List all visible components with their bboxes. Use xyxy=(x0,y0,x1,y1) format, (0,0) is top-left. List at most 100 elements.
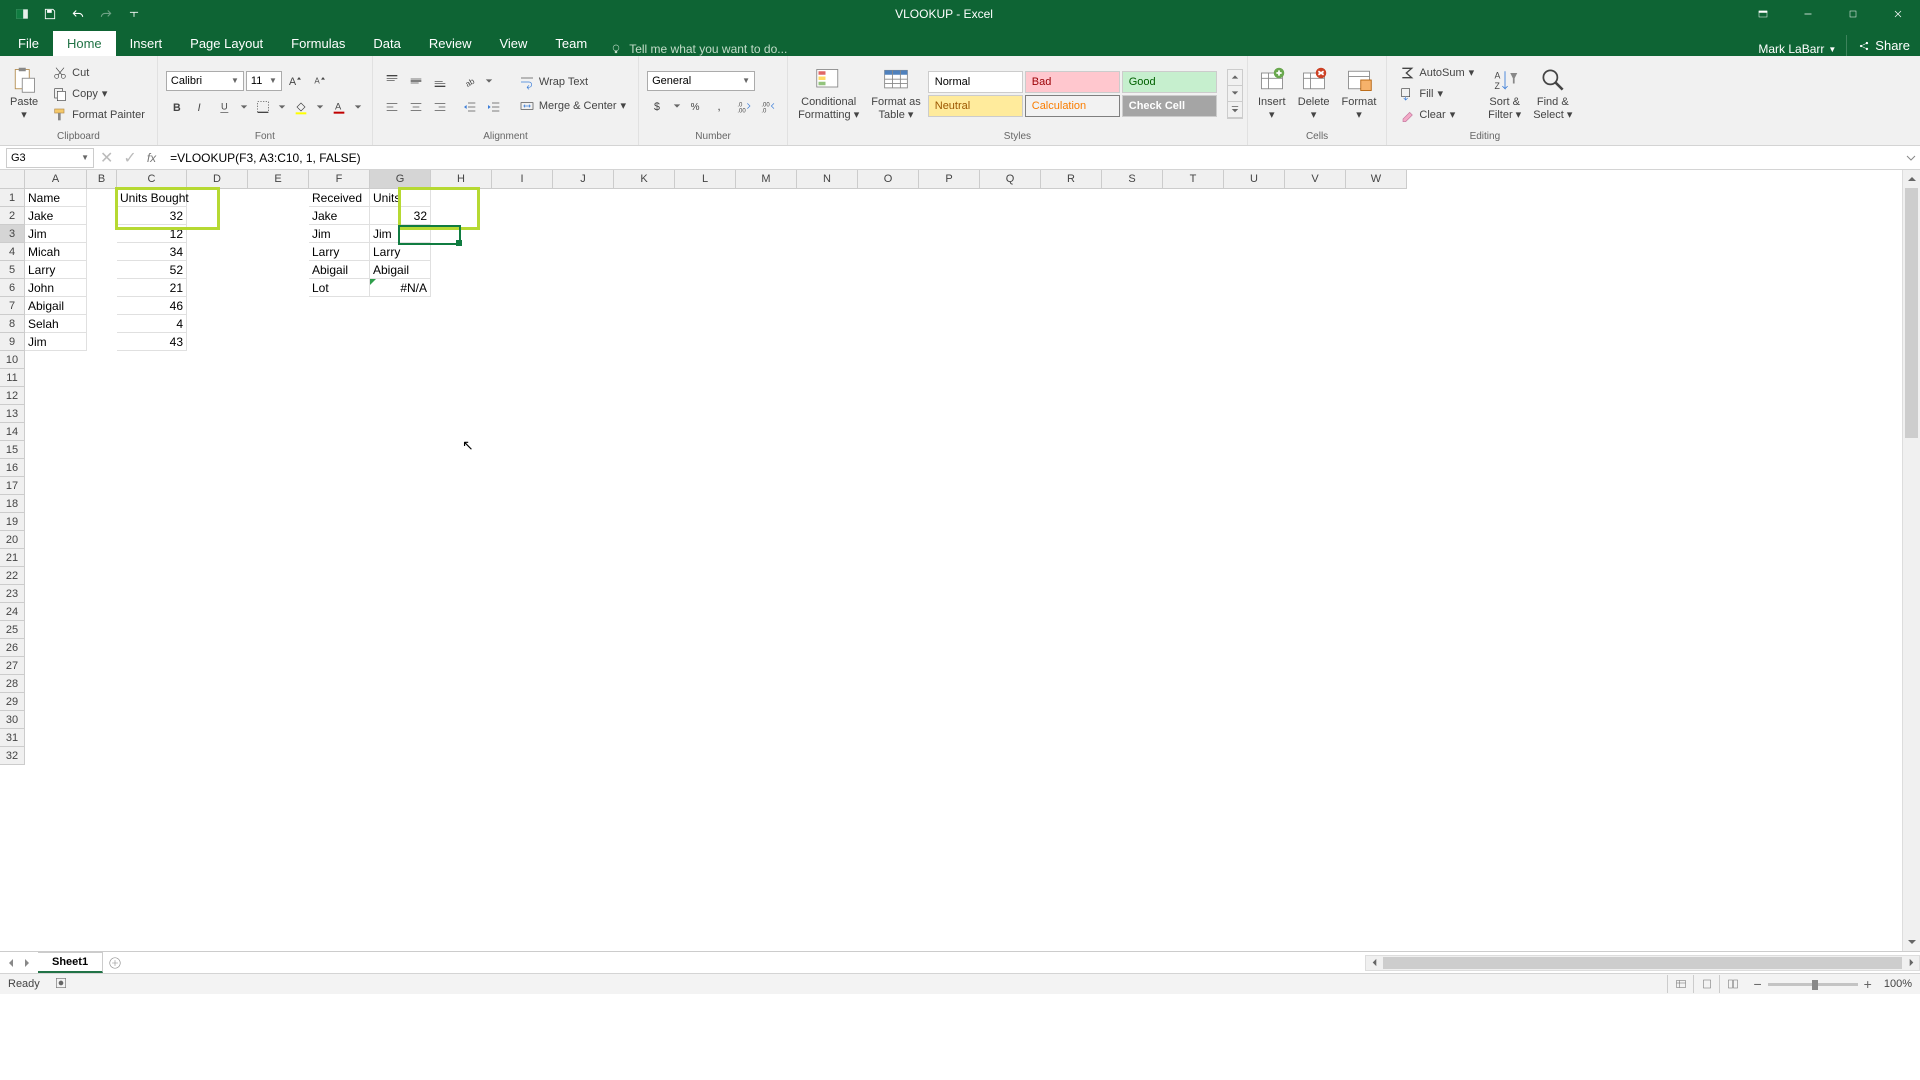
col-header-T[interactable]: T xyxy=(1163,170,1224,189)
underline-dropdown[interactable] xyxy=(238,103,250,111)
style-bad[interactable]: Bad xyxy=(1025,71,1120,93)
zoom-out-button[interactable]: − xyxy=(1753,976,1761,992)
paste-button[interactable]: Paste▾ xyxy=(4,64,44,122)
row-header-22[interactable]: 22 xyxy=(0,567,25,585)
orientation-button[interactable]: ab xyxy=(459,70,481,92)
col-header-H[interactable]: H xyxy=(431,170,492,189)
font-name-select[interactable]: Calibri▼ xyxy=(166,71,244,91)
col-header-P[interactable]: P xyxy=(919,170,980,189)
col-header-S[interactable]: S xyxy=(1102,170,1163,189)
col-header-C[interactable]: C xyxy=(117,170,187,189)
find-select-button[interactable]: Find & Select ▾ xyxy=(1527,64,1578,122)
view-page-break-button[interactable] xyxy=(1719,975,1745,993)
cut-button[interactable]: Cut xyxy=(48,63,149,83)
style-neutral[interactable]: Neutral xyxy=(928,95,1023,117)
cell-F3[interactable]: Jim xyxy=(309,225,370,243)
tab-file[interactable]: File xyxy=(4,31,53,56)
zoom-level[interactable]: 100% xyxy=(1884,978,1912,990)
insert-cells-button[interactable]: Insert▾ xyxy=(1252,64,1292,122)
column-headers[interactable]: ABCDEFGHIJKLMNOPQRSTUVW xyxy=(25,170,1902,189)
tab-home[interactable]: Home xyxy=(53,31,116,56)
cell-C2[interactable]: 32 xyxy=(117,207,187,225)
sheet-tab-sheet1[interactable]: Sheet1 xyxy=(38,952,103,973)
col-header-O[interactable]: O xyxy=(858,170,919,189)
row-header-32[interactable]: 32 xyxy=(0,747,25,765)
font-color-button[interactable]: A xyxy=(328,96,350,118)
tab-insert[interactable]: Insert xyxy=(116,31,177,56)
cell-A4[interactable]: Micah xyxy=(25,243,87,261)
currency-dropdown[interactable] xyxy=(671,102,683,110)
zoom-in-button[interactable]: + xyxy=(1864,976,1872,992)
cell-F1[interactable]: Received xyxy=(309,189,370,207)
style-normal[interactable]: Normal xyxy=(928,71,1023,93)
row-header-13[interactable]: 13 xyxy=(0,405,25,423)
row-header-12[interactable]: 12 xyxy=(0,387,25,405)
col-header-E[interactable]: E xyxy=(248,170,309,189)
vertical-scrollbar[interactable] xyxy=(1902,170,1920,951)
decrease-decimal-button[interactable]: .00.0 xyxy=(757,95,779,117)
number-format-select[interactable]: General▼ xyxy=(647,71,755,91)
format-as-table-button[interactable]: Format as Table ▾ xyxy=(865,64,927,122)
conditional-formatting-button[interactable]: Conditional Formatting ▾ xyxy=(792,64,865,122)
row-header-26[interactable]: 26 xyxy=(0,639,25,657)
row-header-16[interactable]: 16 xyxy=(0,459,25,477)
account-name[interactable]: Mark LaBarr▼ xyxy=(1758,42,1846,56)
cell-A2[interactable]: Jake xyxy=(25,207,87,225)
cell-C5[interactable]: 52 xyxy=(117,261,187,279)
cell-F2[interactable]: Jake xyxy=(309,207,370,225)
comma-button[interactable]: , xyxy=(709,95,731,117)
add-sheet-button[interactable] xyxy=(103,953,127,973)
col-header-N[interactable]: N xyxy=(797,170,858,189)
row-header-4[interactable]: 4 xyxy=(0,243,25,261)
fill-color-button[interactable] xyxy=(290,96,312,118)
clear-button[interactable]: Clear ▾ xyxy=(1395,105,1478,125)
cell-C3[interactable]: 12 xyxy=(117,225,187,243)
col-header-Q[interactable]: Q xyxy=(980,170,1041,189)
row-header-9[interactable]: 9 xyxy=(0,333,25,351)
view-normal-button[interactable] xyxy=(1667,975,1693,993)
cell-A5[interactable]: Larry xyxy=(25,261,87,279)
underline-button[interactable]: U xyxy=(214,96,236,118)
col-header-L[interactable]: L xyxy=(675,170,736,189)
row-header-2[interactable]: 2 xyxy=(0,207,25,225)
tab-view[interactable]: View xyxy=(485,31,541,56)
sort-filter-button[interactable]: AZSort & Filter ▾ xyxy=(1482,64,1527,122)
font-color-dropdown[interactable] xyxy=(352,103,364,111)
italic-button[interactable]: I xyxy=(190,96,212,118)
row-header-5[interactable]: 5 xyxy=(0,261,25,279)
col-header-J[interactable]: J xyxy=(553,170,614,189)
formula-expand-icon[interactable] xyxy=(1902,152,1920,164)
style-calculation[interactable]: Calculation xyxy=(1025,95,1120,117)
align-middle-button[interactable] xyxy=(405,70,427,92)
sheet-nav[interactable] xyxy=(0,958,38,968)
col-header-W[interactable]: W xyxy=(1346,170,1407,189)
row-header-17[interactable]: 17 xyxy=(0,477,25,495)
cell-C7[interactable]: 46 xyxy=(117,297,187,315)
cell-G4[interactable]: Larry xyxy=(370,243,431,261)
styles-scroll[interactable] xyxy=(1227,69,1243,119)
col-header-V[interactable]: V xyxy=(1285,170,1346,189)
autosum-button[interactable]: AutoSum ▾ xyxy=(1395,63,1478,83)
col-header-G[interactable]: G xyxy=(370,170,431,189)
tell-me-search[interactable]: Tell me what you want to do... xyxy=(609,42,787,56)
grow-font-button[interactable]: A xyxy=(284,70,306,92)
row-header-27[interactable]: 27 xyxy=(0,657,25,675)
select-all-corner[interactable] xyxy=(0,170,25,189)
cell-G1[interactable]: Units xyxy=(370,189,431,207)
formula-input[interactable]: =VLOOKUP(F3, A3:C10, 1, FALSE) xyxy=(166,151,1902,165)
style-good[interactable]: Good xyxy=(1122,71,1217,93)
macro-record-icon[interactable] xyxy=(54,976,68,993)
style-check-cell[interactable]: Check Cell xyxy=(1122,95,1217,117)
row-header-6[interactable]: 6 xyxy=(0,279,25,297)
undo-icon[interactable] xyxy=(64,3,92,25)
cell-A6[interactable]: John xyxy=(25,279,87,297)
increase-indent-button[interactable] xyxy=(483,96,505,118)
decrease-indent-button[interactable] xyxy=(459,96,481,118)
border-dropdown[interactable] xyxy=(276,103,288,111)
align-center-button[interactable] xyxy=(405,96,427,118)
row-header-7[interactable]: 7 xyxy=(0,297,25,315)
font-size-select[interactable]: 11▼ xyxy=(246,71,282,91)
bold-button[interactable]: B xyxy=(166,96,188,118)
border-button[interactable] xyxy=(252,96,274,118)
fill-button[interactable]: Fill ▾ xyxy=(1395,84,1478,104)
